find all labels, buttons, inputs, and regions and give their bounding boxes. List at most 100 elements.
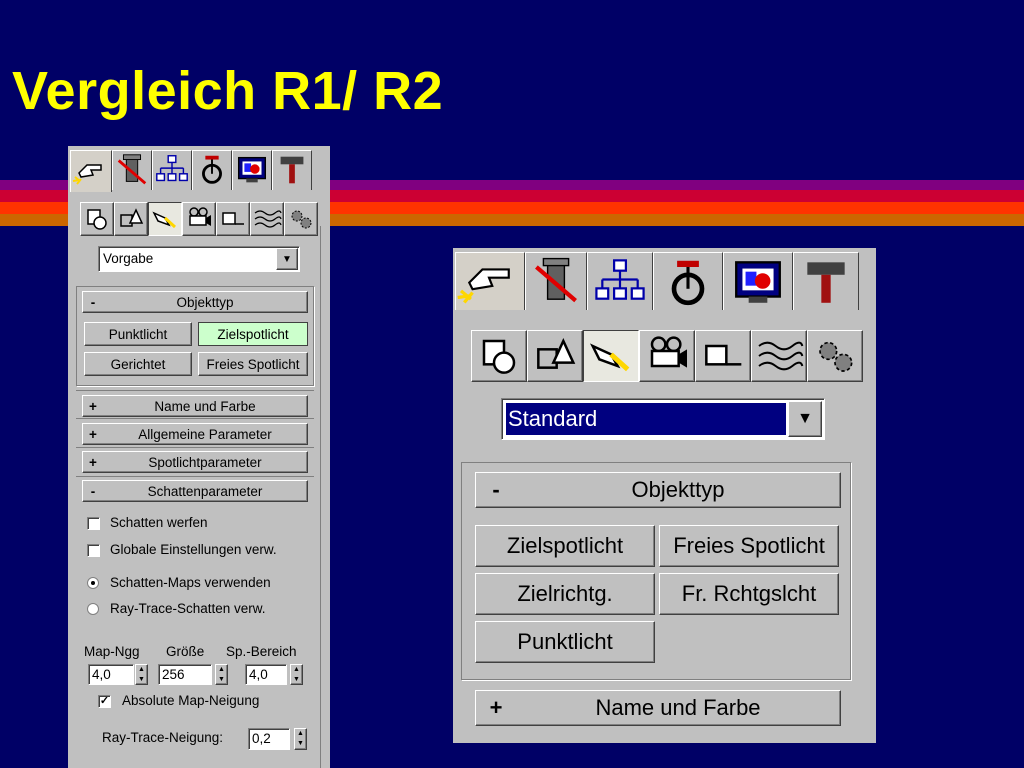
button-freies-spotlicht[interactable]: Freies Spotlicht	[659, 525, 839, 567]
checkbox-absolute-map-neigung[interactable]: ✓	[98, 695, 111, 708]
button-label: Fr. Rchtgslcht	[681, 581, 817, 606]
rollout-schattenparameter[interactable]: - Schattenparameter	[82, 480, 308, 502]
slide-title: Vergleich R1/ R2	[12, 61, 444, 121]
spinner-down-icon: ▼	[218, 675, 225, 683]
slide: Vergleich R1/ R2 Vorgabe ▼ - Objekttyp P…	[0, 0, 1024, 768]
rollout-divider	[76, 476, 314, 478]
category-geometry[interactable]	[80, 202, 114, 236]
button-label: Freies Spotlicht	[206, 356, 300, 372]
tab-display[interactable]	[723, 252, 793, 310]
hierarchy-icon	[595, 259, 645, 300]
category-toolbar	[80, 202, 324, 236]
tab-display[interactable]	[232, 150, 272, 190]
category-systems[interactable]	[284, 202, 318, 236]
geometry-icon	[482, 339, 516, 374]
chevron-down-icon: ▼	[282, 253, 292, 265]
collapse-sign: -	[90, 294, 96, 310]
spinner-down-icon: ▼	[138, 675, 145, 683]
tab-modify[interactable]	[525, 252, 587, 310]
cameras-icon	[650, 336, 687, 368]
rollout-label: Allgemeine Parameter	[138, 426, 272, 442]
tab-utilities[interactable]	[793, 252, 859, 310]
category-cameras[interactable]	[182, 202, 216, 236]
dropdown-value: Vorgabe	[103, 251, 154, 266]
rollout-objekttyp[interactable]: - Objekttyp	[475, 472, 841, 508]
helpers-icon	[222, 212, 244, 225]
rollout-divider	[76, 418, 314, 420]
input-value: 256	[162, 667, 185, 682]
dropdown-arrow-button[interactable]: ▼	[788, 401, 822, 437]
category-shapes[interactable]	[114, 202, 148, 236]
rollout-spotlichtparameter[interactable]: + Spotlichtparameter	[82, 451, 308, 473]
raytrace-bias-spinner[interactable]: ▲ ▼	[294, 728, 307, 750]
shapes-icon	[120, 208, 144, 227]
checkbox-globale-einstellungen[interactable]	[87, 544, 100, 557]
lights-icon	[152, 211, 177, 229]
input-value: 0,2	[252, 731, 271, 746]
button-label: Punktlicht	[517, 629, 613, 654]
utilities-icon	[280, 156, 304, 184]
rollout-name-und-farbe[interactable]: + Name und Farbe	[82, 395, 308, 417]
category-shapes[interactable]	[527, 330, 583, 382]
button-punktlicht[interactable]: Punktlicht	[84, 322, 192, 346]
shapes-icon	[537, 338, 576, 369]
tab-utilities[interactable]	[272, 150, 312, 190]
create-icon	[457, 268, 510, 304]
button-zielspotlicht[interactable]: Zielspotlicht	[198, 322, 308, 346]
category-lights[interactable]	[583, 330, 639, 382]
checkbox-schatten-werfen[interactable]	[87, 517, 100, 530]
category-systems[interactable]	[807, 330, 863, 382]
category-spacewarps[interactable]	[250, 202, 284, 236]
size-spinner[interactable]: ▲ ▼	[215, 664, 228, 685]
category-dropdown[interactable]: Vorgabe ▼	[98, 246, 300, 272]
category-geometry[interactable]	[471, 330, 527, 382]
spinner-up-icon: ▲	[218, 666, 225, 673]
tab-create[interactable]	[455, 252, 525, 310]
button-punktlicht[interactable]: Punktlicht	[475, 621, 655, 663]
rollout-label: Objekttyp	[176, 294, 234, 310]
button-gerichtet[interactable]: Gerichtet	[84, 352, 192, 376]
tab-hierarchy[interactable]	[152, 150, 192, 190]
radio-ray-trace-schatten[interactable]	[87, 603, 99, 615]
button-fr-rchtgslcht[interactable]: Fr. Rchtgslcht	[659, 573, 839, 615]
category-spacewarps[interactable]	[751, 330, 807, 382]
tab-motion[interactable]	[653, 252, 723, 310]
sample-range-label: Sp.-Bereich	[226, 644, 297, 659]
dropdown-arrow-button[interactable]: ▼	[276, 248, 298, 270]
button-zielrichtg[interactable]: Zielrichtg.	[475, 573, 655, 615]
radio-label: Schatten-Maps verwenden	[110, 575, 271, 590]
map-bias-label: Map-Ngg	[84, 644, 140, 659]
spinner-down-icon: ▼	[293, 675, 300, 683]
sample-range-input[interactable]: 4,0	[245, 664, 287, 685]
category-cameras[interactable]	[639, 330, 695, 382]
radio-schatten-maps[interactable]	[87, 577, 99, 589]
map-bias-spinner[interactable]: ▲ ▼	[135, 664, 148, 685]
raytrace-bias-input[interactable]: 0,2	[248, 728, 290, 750]
motion-icon	[671, 260, 705, 306]
button-freies-spotlicht[interactable]: Freies Spotlicht	[198, 352, 308, 376]
expand-sign: +	[89, 454, 97, 470]
category-helpers[interactable]	[695, 330, 751, 382]
button-zielspotlicht[interactable]: Zielspotlicht	[475, 525, 655, 567]
tab-modify[interactable]	[112, 150, 152, 190]
sample-range-spinner[interactable]: ▲ ▼	[290, 664, 303, 685]
rollout-allgemeine-parameter[interactable]: + Allgemeine Parameter	[82, 423, 308, 445]
tab-create[interactable]	[70, 150, 112, 192]
tab-hierarchy[interactable]	[587, 252, 653, 310]
size-input[interactable]: 256	[158, 664, 212, 685]
rollout-objekttyp[interactable]: - Objekttyp	[82, 291, 308, 313]
spinner-down-icon: ▼	[297, 740, 304, 747]
collapse-sign: -	[492, 477, 500, 502]
category-lights[interactable]	[148, 202, 182, 236]
tab-motion[interactable]	[192, 150, 232, 190]
spinner-up-icon: ▲	[293, 666, 300, 673]
button-label: Zielspotlicht	[217, 326, 289, 342]
category-helpers[interactable]	[216, 202, 250, 236]
button-label: Freies Spotlicht	[673, 533, 825, 558]
map-bias-input[interactable]: 4,0	[88, 664, 134, 685]
lights-icon	[589, 343, 630, 372]
modify-icon	[535, 257, 577, 303]
checkbox-label: Schatten werfen	[110, 515, 208, 530]
rollout-name-und-farbe[interactable]: + Name und Farbe	[475, 690, 841, 726]
category-dropdown[interactable]: Standard ▼	[501, 398, 825, 440]
